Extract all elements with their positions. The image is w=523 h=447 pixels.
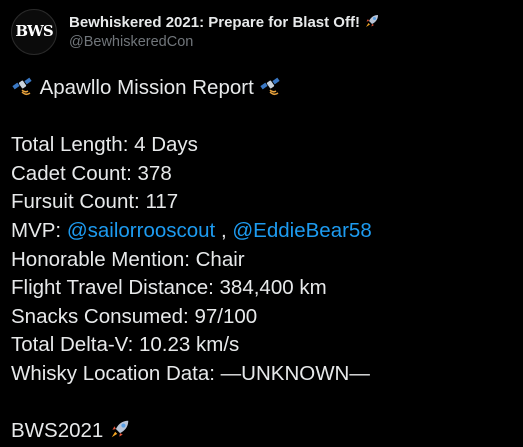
mvp-label: MVP: xyxy=(11,218,62,242)
tweet-body: Apawllo Mission Report Total Length: 4 D… xyxy=(11,74,516,446)
stat-value: 97/100 xyxy=(194,304,258,328)
mvp-line: MVP: @sailorrooscout , @EddieBear58 xyxy=(11,217,516,246)
satellite-icon xyxy=(259,75,283,104)
stat-label: Total Length: xyxy=(11,133,129,157)
author-handle[interactable]: @BewhiskeredCon xyxy=(69,34,193,50)
author-display-name[interactable]: Bewhiskered 2021: Prepare for Blast Off! xyxy=(69,13,380,31)
mention-link[interactable]: @EddieBear58 xyxy=(232,219,371,242)
stat-value: 378 xyxy=(137,161,172,185)
stat-line: Flight Travel Distance: 384,400 km xyxy=(11,274,516,303)
stat-value: —UNKNOWN— xyxy=(220,361,370,385)
satellite-icon xyxy=(11,75,35,104)
stat-line: Fursuit Count: 117 xyxy=(11,188,516,217)
stat-value: 384,400 km xyxy=(219,276,327,300)
stat-value: Chair xyxy=(195,247,245,271)
stat-line: Total Delta-V: 10.23 km/s xyxy=(11,331,516,360)
stat-label: Snacks Consumed: xyxy=(11,304,189,328)
avatar[interactable]: BWS xyxy=(11,9,57,55)
stat-value: 117 xyxy=(145,190,179,214)
stat-label: Whisky Location Data: xyxy=(11,361,215,385)
stat-label: Honorable Mention: xyxy=(11,247,190,271)
stat-line: Snacks Consumed: 97/100 xyxy=(11,303,516,332)
stat-line: Cadet Count: 378 xyxy=(11,160,516,189)
mention-separator-comma: , xyxy=(220,218,227,242)
closing-tag: BWS2021 xyxy=(11,419,104,443)
author-display-name-text: Bewhiskered 2021: Prepare for Blast Off! xyxy=(69,14,360,31)
stat-label: Flight Travel Distance: xyxy=(11,276,214,300)
stat-line: Whisky Location Data: —UNKNOWN— xyxy=(11,360,516,389)
stat-value: 10.23 km/s xyxy=(139,333,240,357)
stat-label: Fursuit Count: xyxy=(11,190,140,214)
mention-link[interactable]: @sailorrooscout xyxy=(67,219,215,242)
report-title-line: Apawllo Mission Report xyxy=(11,74,516,103)
rocket-icon xyxy=(364,13,380,31)
stat-label: Cadet Count: xyxy=(11,161,132,185)
closing-line: BWS2021 xyxy=(11,417,516,446)
tweet-header: BWS Bewhiskered 2021: Prepare for Blast … xyxy=(11,9,511,55)
avatar-logo-text: BWS xyxy=(15,22,53,40)
stat-label: Total Delta-V: xyxy=(11,333,134,357)
stat-value: 4 Days xyxy=(134,133,198,157)
stat-line: Honorable Mention: Chair xyxy=(11,246,516,275)
report-title: Apawllo Mission Report xyxy=(39,76,254,99)
rocket-icon xyxy=(109,418,131,447)
stat-line: Total Length: 4 Days xyxy=(11,131,516,160)
